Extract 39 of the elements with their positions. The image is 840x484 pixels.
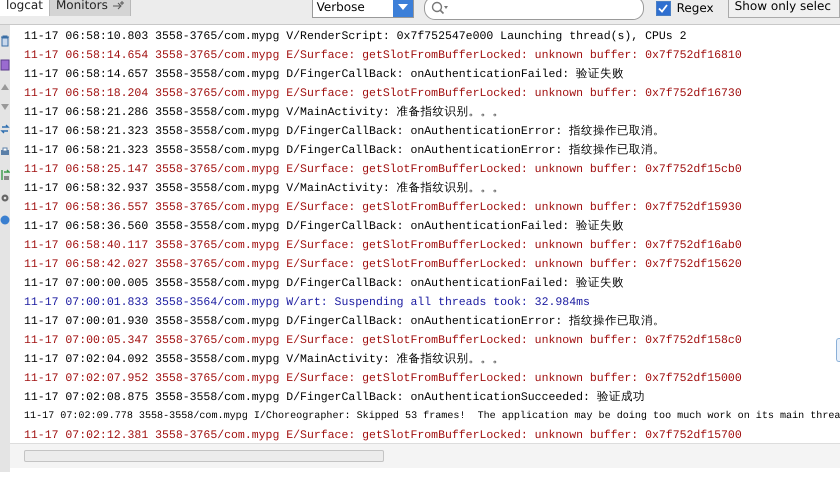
log-line: 11-17 06:58:25.147 3558-3765/com.mypg E/Surface: getSlotFromBufferLocked: unknown buffer: 0x7f752df15cb0: [24, 162, 743, 178]
log-line: 11-17 07:00:01.833 3558-3564/com.mypg W/art: Suspending all threads took: 32.984ms: [24, 295, 591, 311]
log-line: 11-17 07:00:05.347 3558-3765/com.mypg E/Surface: getSlotFromBufferLocked: unknown buffer: 0x7f752df158c0: [24, 333, 743, 349]
log-line: 11-17 06:58:10.803 3558-3765/com.mypg V/RenderScript: 0x7f752547e000 Launching thread(s), CPUs 2: [24, 29, 688, 45]
regex-checkbox[interactable]: [656, 0, 671, 16]
log-line: 11-17 06:58:40.117 3558-3765/com.mypg E/Surface: getSlotFromBufferLocked: unknown buffer: 0x7f752df16ab0: [24, 238, 743, 254]
gear-icon[interactable]: [0, 193, 10, 203]
pin-icon[interactable]: [112, 0, 124, 10]
log-line: 11-17 06:58:32.937 3558-3558/com.mypg V/MainActivity: 准备指纹识别。。。: [24, 180, 506, 197]
search-field[interactable]: [424, 0, 644, 20]
log-line: 11-17 07:02:12.381 3558-3765/com.mypg E/Surface: getSlotFromBufferLocked: unknown buffer: 0x7f752df15700: [24, 428, 743, 444]
tab[interactable]: logcat: [0, 0, 50, 16]
horizontal-scrollbar-thumb[interactable]: [24, 450, 384, 462]
up-arrow-icon[interactable]: [0, 83, 10, 91]
log-line: 11-17 07:02:07.952 3558-3765/com.mypg E/Surface: getSlotFromBufferLocked: unknown buffer: 0x7f752df15000: [24, 371, 743, 387]
log-line: 11-17 07:02:09.778 3558-3558/com.mypg I/Choreographer: Skipped 53 frames! The application may be doing too much work on its main threa: [24, 410, 840, 424]
log-line: 11-17 06:58:21.323 3558-3558/com.mypg D/FingerCallBack: onAuthenticationError: 指纹操作已取消。: [24, 142, 666, 159]
log-level-dropdown[interactable]: Verbose: [312, 0, 414, 18]
down-arrow-icon[interactable]: [0, 103, 10, 111]
show-only-selected-button[interactable]: Show only selec: [728, 0, 840, 18]
log-line: 11-17 06:58:42.027 3558-3765/com.mypg E/Surface: getSlotFromBufferLocked: unknown buffer: 0x7f752df15620: [24, 257, 743, 273]
log-line: 11-17 07:00:01.930 3558-3558/com.mypg D/FingerCallBack: onAuthenticationError: 指纹操作已取消。: [24, 314, 666, 330]
log-line: 11-17 06:58:36.557 3558-3765/com.mypg E/Surface: getSlotFromBufferLocked: unknown buffer: 0x7f752df15930: [24, 200, 743, 216]
log-line: 11-17 06:58:18.204 3558-3765/com.mypg E/Surface: getSlotFromBufferLocked: unknown buffer: 0x7f752df16730: [24, 86, 743, 102]
regex-label: Regex: [676, 1, 714, 15]
log-line: 11-17 07:00:00.005 3558-3558/com.mypg D/FingerCallBack: onAuthenticationFailed: 验证失败: [24, 276, 626, 292]
log-line: 11-17 06:58:14.657 3558-3558/com.mypg D/FingerCallBack: onAuthenticationFailed: 验证失败: [24, 66, 626, 83]
trash-icon[interactable]: [0, 35, 10, 47]
log-line: 11-17 06:58:14.654 3558-3765/com.mypg E/Surface: getSlotFromBufferLocked: unknown buffer: 0x7f752df16810: [24, 48, 743, 64]
dropdown-arrow-icon: [398, 4, 408, 10]
printer-icon[interactable]: [0, 147, 10, 157]
vertical-scrollbar-thumb[interactable]: [836, 338, 840, 362]
log-line: 11-17 07:02:08.875 3558-3558/com.mypg D/FingerCallBack: onAuthenticationSucceeded: 验证成功: [24, 390, 646, 406]
tab[interactable]: Monitors: [50, 0, 131, 16]
log-line: 11-17 06:58:36.560 3558-3558/com.mypg D/FingerCallBack: onAuthenticationFailed: 验证失败: [24, 218, 626, 235]
search-icon: [430, 1, 449, 15]
log-line: 11-17 06:58:21.323 3558-3558/com.mypg D/FingerCallBack: onAuthenticationError: 指纹操作已取消。: [24, 124, 666, 140]
log-line: 11-17 07:02:04.092 3558-3558/com.mypg V/MainActivity: 准备指纹识别。。。: [24, 352, 506, 368]
log-line: 11-17 06:58:21.286 3558-3558/com.mypg V/MainActivity: 准备指纹识别。。。: [24, 104, 506, 121]
